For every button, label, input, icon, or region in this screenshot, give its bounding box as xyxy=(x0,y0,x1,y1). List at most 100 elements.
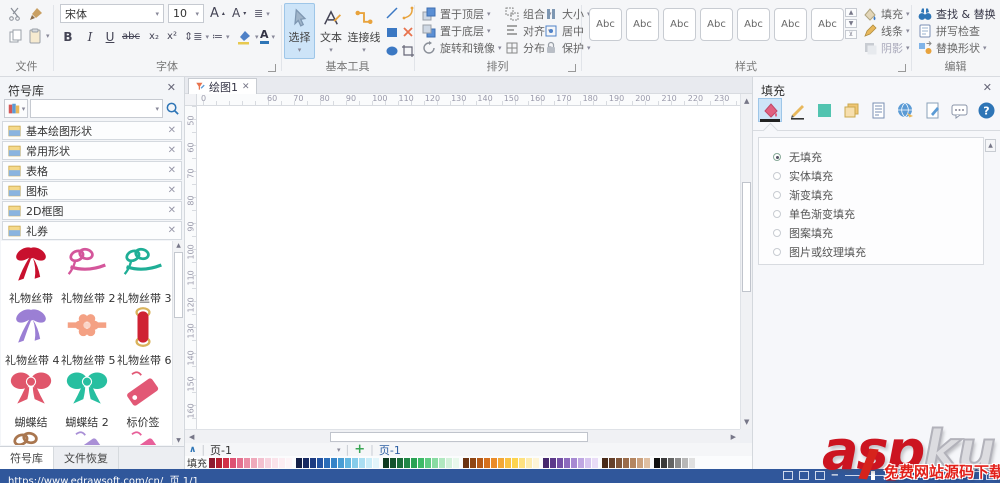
view-normal-icon[interactable] xyxy=(782,471,793,480)
bold-button[interactable]: B xyxy=(60,30,76,44)
gallery-expand-icon[interactable]: ⊻ xyxy=(845,30,857,39)
scrollbar-thumb[interactable] xyxy=(742,182,751,292)
color-swatch[interactable] xyxy=(564,457,570,468)
annotation-icon[interactable] xyxy=(920,98,944,122)
color-swatch[interactable] xyxy=(526,457,532,468)
fill-option-1[interactable]: 实体填充 xyxy=(773,166,983,185)
color-swatch[interactable] xyxy=(279,457,285,468)
color-swatch[interactable] xyxy=(230,457,236,468)
fill-option-5[interactable]: 图片或纹理填充 xyxy=(773,242,983,261)
scroll-down-icon[interactable]: ▼ xyxy=(744,418,749,426)
color-swatch[interactable] xyxy=(209,457,215,468)
replace-shape-button[interactable]: 替换形状 ▾ xyxy=(917,40,987,55)
color-swatch[interactable] xyxy=(251,457,257,468)
paste-icon[interactable]: ▾ xyxy=(27,28,50,44)
color-swatch[interactable] xyxy=(453,457,459,468)
search-box[interactable]: ▾ xyxy=(30,99,163,118)
scroll-down-icon[interactable]: ▼ xyxy=(173,437,183,444)
symbol-item[interactable]: 礼物丝带 2 xyxy=(61,243,116,306)
color-swatch[interactable] xyxy=(352,457,358,468)
color-swatch[interactable] xyxy=(519,457,525,468)
color-swatch[interactable] xyxy=(432,457,438,468)
fill-option-3[interactable]: 单色渐变填充 xyxy=(773,204,983,223)
scrollbar-thumb[interactable] xyxy=(330,432,588,442)
fill-tab-icon[interactable] xyxy=(758,98,782,122)
color-swatch[interactable] xyxy=(668,457,674,468)
color-swatch[interactable] xyxy=(637,457,643,468)
color-swatch[interactable] xyxy=(682,457,688,468)
size-button[interactable]: 大小▾ xyxy=(543,6,591,21)
style-dialog-launcher-icon[interactable] xyxy=(898,64,906,72)
find-replace-button[interactable]: 查找 & 替换 xyxy=(917,6,996,21)
close-icon[interactable]: ✕ xyxy=(168,205,176,216)
style-sample-7[interactable]: Abc xyxy=(811,8,844,41)
close-icon[interactable]: ✕ xyxy=(168,145,176,156)
color-swatch[interactable] xyxy=(373,457,379,468)
category-item-0[interactable]: 基本绘图形状 ✕ xyxy=(2,121,182,140)
add-page-button[interactable]: + xyxy=(354,442,365,457)
color-swatch[interactable] xyxy=(286,457,292,468)
rotate-mirror-button[interactable]: 旋转和镜像 ▾ xyxy=(421,40,502,55)
close-icon[interactable]: ✕ xyxy=(168,185,176,196)
underline-button[interactable]: U xyxy=(102,30,118,44)
symbol-item[interactable]: 礼物丝带 4 xyxy=(5,305,60,368)
view-fullscreen-icon[interactable] xyxy=(798,471,809,480)
symbol-item[interactable]: 礼物丝带 6 xyxy=(117,305,172,368)
font-size-select[interactable]: 10 ▾ xyxy=(168,4,204,23)
italic-button[interactable]: I xyxy=(82,30,98,44)
color-swatch[interactable] xyxy=(654,457,660,468)
color-swatch[interactable] xyxy=(512,457,518,468)
close-icon[interactable]: ✕ xyxy=(167,81,176,94)
symbol-item[interactable]: 礼物丝带 3 xyxy=(117,243,172,306)
color-swatch[interactable] xyxy=(578,457,584,468)
color-swatch[interactable] xyxy=(338,457,344,468)
gallery-down-icon[interactable]: ▼ xyxy=(845,19,857,28)
ellipse-shape-icon[interactable] xyxy=(384,43,400,59)
color-swatch[interactable] xyxy=(303,457,309,468)
bring-to-front-button[interactable]: 置于顶层 ▾ xyxy=(421,6,491,21)
style-sample-2[interactable]: Abc xyxy=(626,8,659,41)
color-swatch[interactable] xyxy=(550,457,556,468)
shape-fill-button[interactable]: 填充 ▾ xyxy=(862,6,910,21)
close-tab-icon[interactable]: ✕ xyxy=(242,82,250,92)
scroll-up-icon[interactable]: ▲ xyxy=(744,97,749,105)
font-family-select[interactable]: 宋体 ▾ xyxy=(60,4,164,23)
color-swatch[interactable] xyxy=(623,457,629,468)
grow-font-button[interactable]: A ▴ xyxy=(210,6,225,21)
superscript-button[interactable]: x² xyxy=(164,31,180,42)
subscript-button[interactable]: x₂ xyxy=(146,31,162,42)
layers-icon[interactable] xyxy=(839,98,863,122)
pencil-shape-icon[interactable] xyxy=(400,24,416,40)
symbol-item[interactable]: 蝴蝶结 2 xyxy=(61,367,113,430)
color-swatch[interactable] xyxy=(644,457,650,468)
copy-icon[interactable] xyxy=(7,28,23,44)
protect-button[interactable]: 保护 ▾ xyxy=(543,40,591,55)
color-swatch[interactable] xyxy=(505,457,511,468)
color-swatch[interactable] xyxy=(630,457,636,468)
color-swatch[interactable] xyxy=(411,457,417,468)
arrange-dialog-launcher-icon[interactable] xyxy=(568,64,576,72)
color-swatch[interactable] xyxy=(609,457,615,468)
radio-icon[interactable] xyxy=(773,228,781,237)
color-swatch[interactable] xyxy=(404,457,410,468)
color-swatch[interactable] xyxy=(484,457,490,468)
color-swatch[interactable] xyxy=(418,457,424,468)
select-tool-button[interactable]: 选择 ▾ xyxy=(284,3,315,59)
hyperlink-globe-icon[interactable] xyxy=(893,98,917,122)
color-swatch[interactable] xyxy=(592,457,598,468)
symbol-item[interactable]: 礼物丝带 xyxy=(5,243,57,306)
shape-shadow-button[interactable]: 阴影 ▾ xyxy=(862,40,910,55)
zoom-slider-thumb[interactable] xyxy=(871,471,876,480)
color-swatch[interactable] xyxy=(616,457,622,468)
font-color-button[interactable]: A ▾ xyxy=(260,29,275,44)
center-button[interactable]: 居中 xyxy=(543,23,584,38)
format-painter-icon[interactable] xyxy=(28,6,44,22)
text-tool-button[interactable]: 文本 ▾ xyxy=(317,3,345,59)
close-icon[interactable]: ✕ xyxy=(168,165,176,176)
color-swatch[interactable] xyxy=(216,457,222,468)
collapse-icon[interactable]: ∧ xyxy=(189,445,196,455)
color-swatch[interactable] xyxy=(244,457,250,468)
quick-style-icon[interactable] xyxy=(812,98,836,122)
highlight-color-button[interactable]: ▾ xyxy=(236,29,259,45)
category-item-3[interactable]: 图标 ✕ xyxy=(2,181,182,200)
